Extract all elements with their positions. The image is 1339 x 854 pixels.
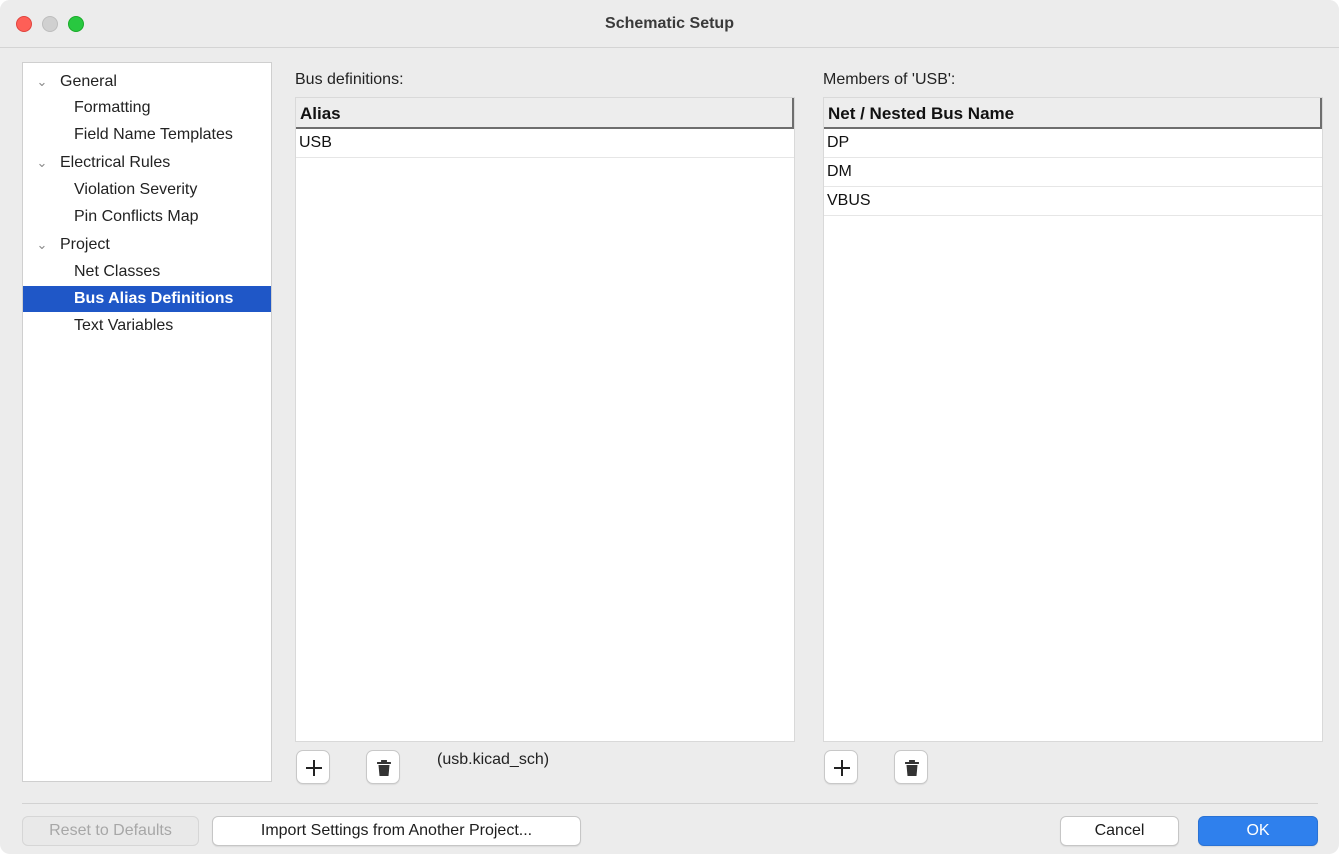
tree-item-bus-alias-definitions[interactable]: Bus Alias Definitions <box>23 286 271 312</box>
tree-item-electrical-rules[interactable]: ⌄ Electrical Rules <box>23 150 271 176</box>
chevron-down-icon[interactable]: ⌄ <box>35 150 49 176</box>
tree-item-project[interactable]: ⌄ Project <box>23 232 271 258</box>
settings-tree: ⌄ General Formatting Field Name Template… <box>22 62 272 782</box>
member-cell: DP <box>827 134 850 151</box>
tree-item-label: Field Name Templates <box>74 126 233 143</box>
net-column-header[interactable]: Net / Nested Bus Name <box>824 98 1322 129</box>
schematic-setup-window: Schematic Setup ⌄ General Formatting Fie… <box>0 0 1339 854</box>
tree-item-label: Violation Severity <box>74 181 198 198</box>
plus-icon <box>306 760 322 776</box>
bus-definitions-grid: Alias USB <box>295 97 795 742</box>
plus-icon <box>834 760 850 776</box>
tree-item-label: General <box>60 73 117 90</box>
member-cell: VBUS <box>827 192 871 209</box>
table-row[interactable]: VBUS <box>824 187 1322 216</box>
column-header-label: Alias <box>300 104 341 123</box>
tree-item-label: Electrical Rules <box>60 154 171 171</box>
tree-item-label: Bus Alias Definitions <box>74 290 234 307</box>
tree-item-label: Net Classes <box>74 263 161 280</box>
tree-item-violation-severity[interactable]: Violation Severity <box>23 177 271 203</box>
alias-cell: USB <box>299 134 332 151</box>
bus-definitions-label: Bus definitions: <box>295 71 404 88</box>
window-title: Schematic Setup <box>605 15 734 32</box>
tree-item-label: Formatting <box>74 99 151 116</box>
delete-alias-button[interactable] <box>366 750 400 784</box>
tree-item-pin-conflicts-map[interactable]: Pin Conflicts Map <box>23 204 271 230</box>
tree-item-label: Project <box>60 236 110 253</box>
tree-item-text-variables[interactable]: Text Variables <box>23 313 271 339</box>
table-row[interactable]: USB <box>296 129 794 158</box>
members-label: Members of 'USB': <box>823 71 956 88</box>
tree-item-formatting[interactable]: Formatting <box>23 95 271 121</box>
import-settings-button[interactable]: Import Settings from Another Project... <box>212 816 581 846</box>
alias-column-header[interactable]: Alias <box>296 98 794 129</box>
delete-member-button[interactable] <box>894 750 928 784</box>
tree-item-field-name-templates[interactable]: Field Name Templates <box>23 122 271 148</box>
members-grid: Net / Nested Bus Name DP DM VBUS <box>823 97 1323 742</box>
footer-divider <box>22 803 1318 804</box>
chevron-down-icon[interactable]: ⌄ <box>35 232 49 258</box>
tree-item-label: Pin Conflicts Map <box>74 208 199 225</box>
chevron-down-icon[interactable]: ⌄ <box>35 69 49 95</box>
table-row[interactable]: DP <box>824 129 1322 158</box>
add-member-button[interactable] <box>824 750 858 784</box>
trash-icon <box>905 760 919 776</box>
table-row[interactable]: DM <box>824 158 1322 187</box>
cancel-button[interactable]: Cancel <box>1060 816 1179 846</box>
tree-item-label: Text Variables <box>74 317 174 334</box>
column-header-label: Net / Nested Bus Name <box>828 104 1015 123</box>
ok-button[interactable]: OK <box>1198 816 1318 846</box>
trash-icon <box>377 760 391 776</box>
member-cell: DM <box>827 163 852 180</box>
reset-to-defaults-button[interactable]: Reset to Defaults <box>22 816 199 846</box>
tree-item-net-classes[interactable]: Net Classes <box>23 259 271 285</box>
add-alias-button[interactable] <box>296 750 330 784</box>
tree-item-general[interactable]: ⌄ General <box>23 69 271 95</box>
title-bar: Schematic Setup <box>0 0 1339 48</box>
source-file-label: (usb.kicad_sch) <box>437 751 550 768</box>
